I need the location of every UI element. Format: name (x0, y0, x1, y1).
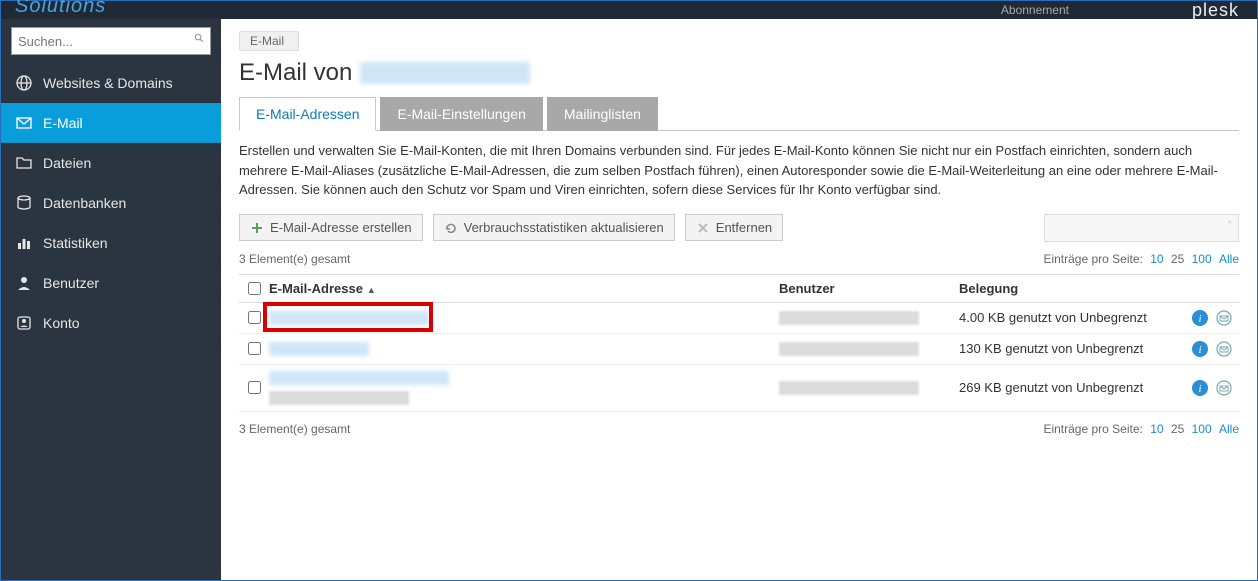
table-header: E-Mail-Adresse Benutzer Belegung (239, 274, 1239, 303)
pager-label: Einträge pro Seite: (1043, 252, 1142, 266)
pager-label: Einträge pro Seite: (1043, 422, 1142, 436)
svg-text:i: i (1198, 344, 1201, 356)
pager-100[interactable]: 100 (1192, 252, 1212, 266)
row-checkbox[interactable] (248, 342, 261, 355)
pager-all[interactable]: Alle (1219, 422, 1239, 436)
sidebar-item-label: Konto (43, 315, 80, 331)
create-email-label: E-Mail-Adresse erstellen (270, 220, 412, 235)
col-email[interactable]: E-Mail-Adresse (269, 281, 779, 296)
remove-icon (696, 221, 710, 235)
count-label: 3 Element(e) gesamt (239, 422, 350, 436)
svg-text:i: i (1198, 383, 1201, 395)
mail-icon (15, 114, 33, 132)
filter-input[interactable] (1051, 220, 1228, 235)
main-content: E-Mail E-Mail von E-Mail-Adressen E-Mail… (221, 19, 1257, 580)
top-bar: Solutions Abonnement plesk (1, 1, 1257, 19)
user-icon (15, 274, 33, 292)
sidebar-search[interactable] (11, 27, 211, 55)
webmail-icon[interactable] (1215, 340, 1233, 358)
usage-cell: 130 KB genutzt von Unbegrenzt (959, 341, 1179, 356)
sidebar-item-databases[interactable]: Datenbanken (1, 183, 221, 223)
sidebar-item-label: Datenbanken (43, 195, 126, 211)
search-icon (1228, 220, 1232, 236)
brand-logo: plesk (1192, 0, 1239, 21)
sidebar-item-users[interactable]: Benutzer (1, 263, 221, 303)
tab-email-settings[interactable]: E-Mail-Einstellungen (380, 97, 542, 131)
sidebar-item-email[interactable]: E-Mail (1, 103, 221, 143)
tab-mailing-lists[interactable]: Mailinglisten (547, 97, 658, 131)
sidebar-item-files[interactable]: Dateien (1, 143, 221, 183)
pager-25[interactable]: 25 (1171, 422, 1184, 436)
info-icon[interactable]: i (1191, 379, 1209, 397)
email-address-link[interactable] (269, 371, 779, 405)
database-icon (15, 194, 33, 212)
webmail-icon[interactable] (1215, 379, 1233, 397)
pager-bottom: Einträge pro Seite: 10 25 100 Alle (1043, 422, 1239, 436)
list-meta-top: 3 Element(e) gesamt Einträge pro Seite: … (239, 252, 1239, 266)
breadcrumb[interactable]: E-Mail (239, 31, 299, 51)
pager-10[interactable]: 10 (1150, 252, 1163, 266)
count-label: 3 Element(e) gesamt (239, 252, 350, 266)
toolbar: E-Mail-Adresse erstellen Verbrauchsstati… (239, 214, 1239, 242)
table-row: 130 KB genutzt von Unbegrenzt i (239, 334, 1239, 365)
page-title-redacted (360, 62, 530, 84)
usage-cell: 269 KB genutzt von Unbegrenzt (959, 380, 1179, 395)
remove-button[interactable]: Entfernen (685, 214, 783, 241)
webmail-icon[interactable] (1215, 309, 1233, 327)
sidebar-item-account[interactable]: Konto (1, 303, 221, 343)
globe-icon (15, 74, 33, 92)
refresh-stats-label: Verbrauchsstatistiken aktualisieren (464, 220, 664, 235)
sidebar-item-label: E-Mail (43, 115, 83, 131)
sidebar-item-label: Dateien (43, 155, 91, 171)
sidebar-item-label: Websites & Domains (43, 75, 173, 91)
user-cell (779, 311, 959, 325)
email-address-link[interactable] (269, 311, 779, 325)
refresh-stats-button[interactable]: Verbrauchsstatistiken aktualisieren (433, 214, 675, 241)
svg-text:i: i (1198, 313, 1201, 325)
sidebar-item-label: Benutzer (43, 275, 99, 291)
sidebar-item-statistics[interactable]: Statistiken (1, 223, 221, 263)
pager-top: Einträge pro Seite: 10 25 100 Alle (1043, 252, 1239, 266)
remove-label: Entfernen (716, 220, 772, 235)
row-checkbox[interactable] (248, 381, 261, 394)
email-address-link[interactable] (269, 342, 779, 356)
folder-icon (15, 154, 33, 172)
plus-icon (250, 221, 264, 235)
list-meta-bottom: 3 Element(e) gesamt Einträge pro Seite: … (239, 422, 1239, 436)
info-icon[interactable]: i (1191, 340, 1209, 358)
tab-email-addresses[interactable]: E-Mail-Adressen (239, 97, 376, 131)
filter-box[interactable] (1044, 214, 1239, 242)
page-title-prefix: E-Mail von (239, 59, 352, 87)
page-title: E-Mail von (239, 59, 1239, 87)
logo-left: Solutions (15, 0, 106, 18)
col-usage[interactable]: Belegung (959, 281, 1179, 296)
stats-icon (15, 234, 33, 252)
pager-100[interactable]: 100 (1192, 422, 1212, 436)
search-input[interactable] (18, 34, 194, 49)
col-user[interactable]: Benutzer (779, 281, 959, 296)
usage-cell: 4.00 KB genutzt von Unbegrenzt (959, 310, 1179, 325)
refresh-icon (444, 221, 458, 235)
pager-25[interactable]: 25 (1171, 252, 1184, 266)
search-icon (194, 33, 204, 49)
user-cell (779, 381, 959, 395)
pager-10[interactable]: 10 (1150, 422, 1163, 436)
sidebar-item-websites[interactable]: Websites & Domains (1, 63, 221, 103)
table-row: 4.00 KB genutzt von Unbegrenzt i (239, 303, 1239, 334)
select-all-checkbox[interactable] (248, 282, 261, 295)
create-email-button[interactable]: E-Mail-Adresse erstellen (239, 214, 423, 241)
table-row: 269 KB genutzt von Unbegrenzt i (239, 365, 1239, 412)
sidebar-item-label: Statistiken (43, 235, 108, 251)
sidebar: Websites & Domains E-Mail Dateien Datenb… (1, 19, 221, 580)
pager-all[interactable]: Alle (1219, 252, 1239, 266)
tabs: E-Mail-Adressen E-Mail-Einstellungen Mai… (239, 97, 1239, 131)
description-text: Erstellen und verwalten Sie E-Mail-Konte… (239, 141, 1239, 200)
row-checkbox[interactable] (248, 311, 261, 324)
info-icon[interactable]: i (1191, 309, 1209, 327)
account-icon (15, 314, 33, 332)
user-cell (779, 342, 959, 356)
subscription-label[interactable]: Abonnement (1001, 3, 1069, 17)
